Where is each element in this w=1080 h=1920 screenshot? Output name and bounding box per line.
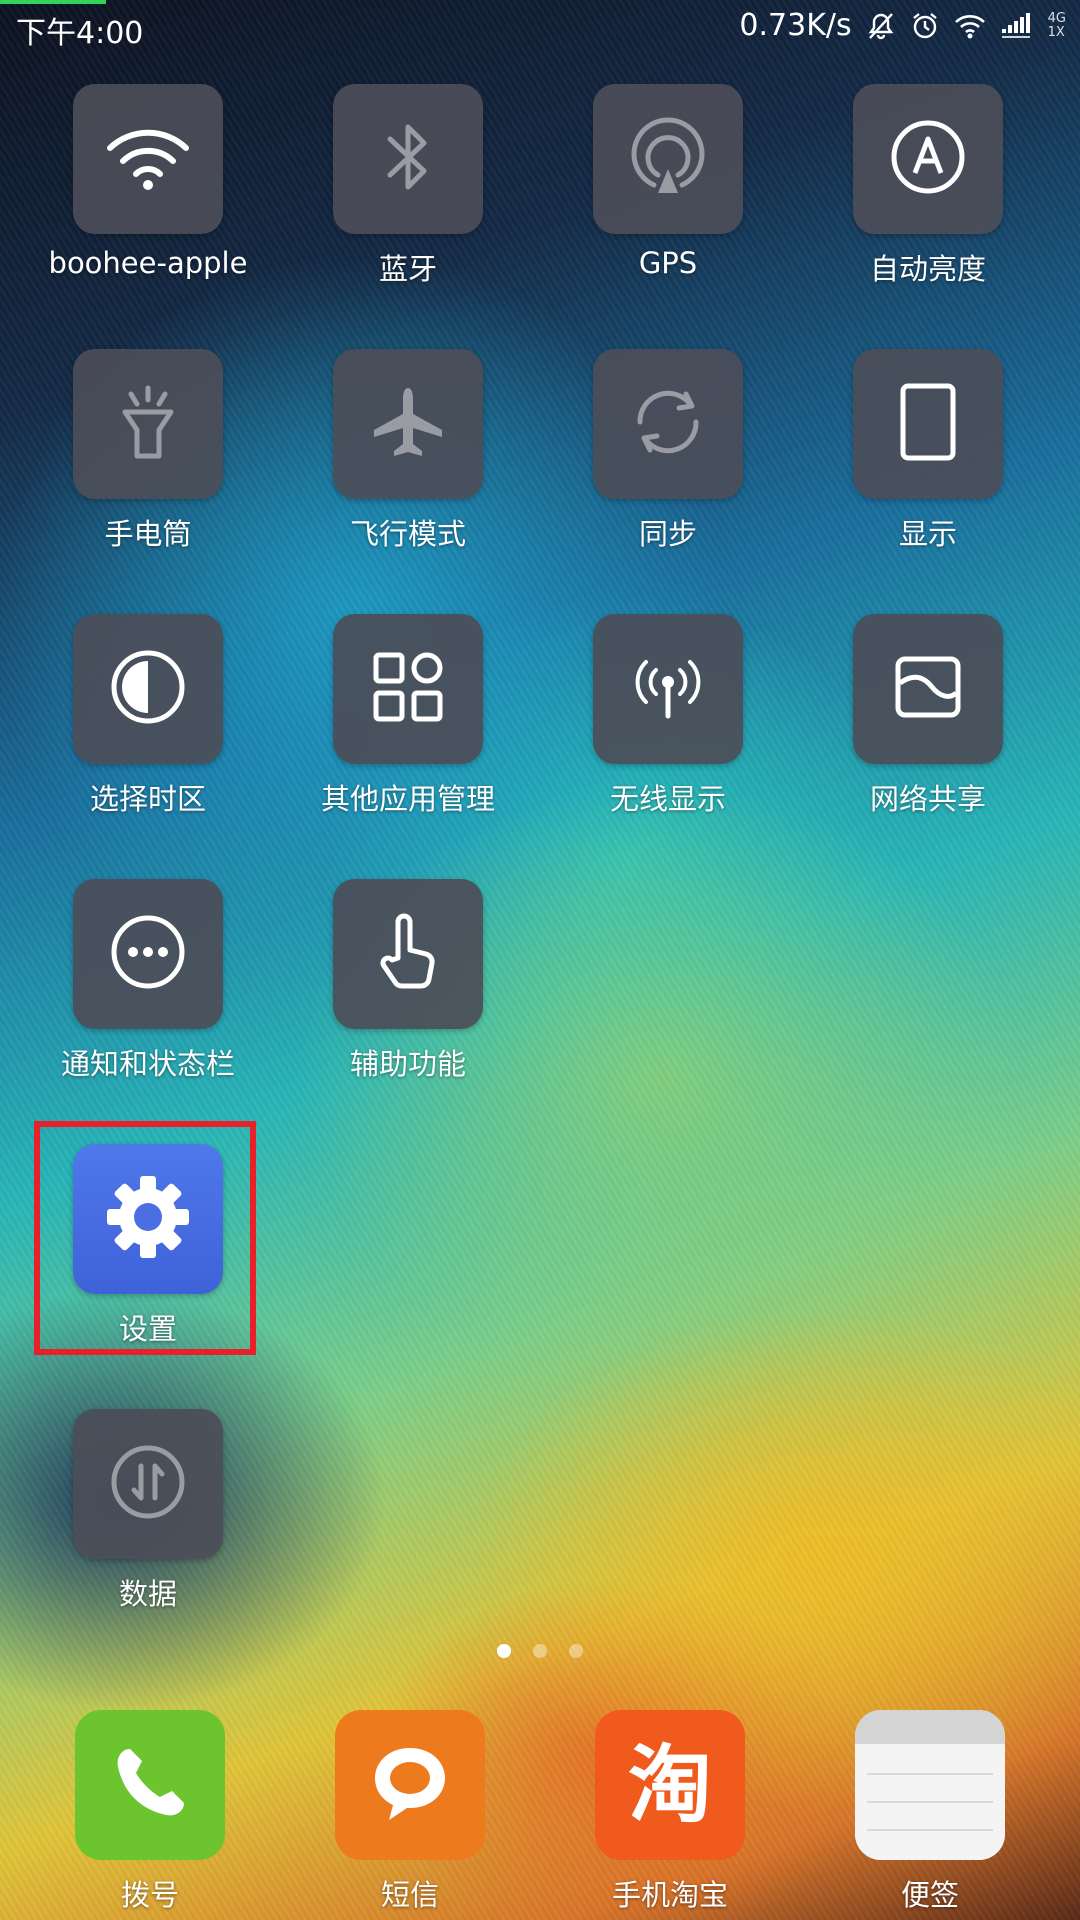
toggle-label: 自动亮度 — [869, 252, 986, 286]
toggle-label: 选择时区 — [89, 782, 206, 816]
status-bar: 下午4:00 0.73K/s 4G 1X — [0, 0, 1080, 56]
toggle-display[interactable]: 显示 — [798, 349, 1058, 553]
toggle-label: 显示 — [898, 517, 957, 551]
notes-icon — [855, 1710, 1005, 1860]
display-icon — [893, 380, 963, 468]
toggle-auto-brightness-box[interactable] — [853, 84, 1003, 234]
toggle-label: 蓝牙 — [378, 252, 437, 286]
dock-app-phone-icon[interactable] — [75, 1710, 225, 1860]
dock-label: 拨号 — [120, 1878, 179, 1912]
dock-app-taobao[interactable]: 淘 手机淘宝 — [540, 1710, 800, 1914]
dock-label: 短信 — [380, 1878, 439, 1912]
toggle-timezone-box[interactable] — [73, 614, 223, 764]
toggle-accessibility[interactable]: 辅助功能 — [278, 879, 538, 1083]
airplane-icon — [368, 382, 448, 466]
net-speed: 0.73K/s — [739, 8, 852, 43]
apps-grid-icon — [368, 647, 448, 731]
toggle-tethering-box[interactable] — [853, 614, 1003, 764]
dock-app-notes-icon[interactable] — [855, 1710, 1005, 1860]
toggle-label: 网络共享 — [869, 782, 986, 816]
toggle-notification-bar-box[interactable] — [73, 879, 223, 1029]
dock-app-taobao-icon[interactable]: 淘 — [595, 1710, 745, 1860]
toggle-data-box[interactable] — [73, 1409, 223, 1559]
toggle-flashlight[interactable]: 手电筒 — [18, 349, 278, 553]
toggle-label: 数据 — [118, 1577, 177, 1611]
alarm-icon — [910, 11, 940, 41]
gps-icon — [628, 117, 708, 201]
toggle-tethering[interactable]: 网络共享 — [798, 614, 1058, 818]
toggle-airplane[interactable]: 飞行模式 — [278, 349, 538, 553]
auto-brightness-icon — [888, 117, 968, 201]
toggle-label: 辅助功能 — [349, 1047, 466, 1081]
status-progress-line — [0, 0, 106, 4]
toggle-label: 其他应用管理 — [320, 782, 495, 816]
toggle-app-management[interactable]: 其他应用管理 — [278, 614, 538, 818]
toggle-bluetooth-box[interactable] — [333, 84, 483, 234]
page-dot-active[interactable] — [497, 1644, 511, 1658]
page-indicator — [0, 1644, 1080, 1658]
toggle-auto-brightness[interactable]: 自动亮度 — [798, 84, 1058, 288]
page-dot[interactable] — [569, 1644, 583, 1658]
toggle-wireless-display[interactable]: 无线显示 — [538, 614, 798, 818]
toggle-label: 无线显示 — [609, 782, 726, 816]
status-indicators: 0.73K/s 4G 1X — [739, 8, 1066, 43]
toggle-label: 同步 — [638, 517, 697, 551]
toggle-display-box[interactable] — [853, 349, 1003, 499]
toggle-data[interactable]: 数据 — [18, 1409, 278, 1613]
wifi-icon — [105, 122, 191, 196]
toggle-timezone[interactable]: 选择时区 — [18, 614, 278, 818]
flashlight-icon — [113, 382, 183, 466]
dock-label: 手机淘宝 — [611, 1878, 728, 1912]
toggle-accessibility-box[interactable] — [333, 879, 483, 1029]
tethering-icon — [888, 647, 968, 731]
dock-app-messages-icon[interactable] — [335, 1710, 485, 1860]
toggle-flashlight-box[interactable] — [73, 349, 223, 499]
signal-icon — [1000, 11, 1034, 41]
sync-icon — [628, 382, 708, 466]
bluetooth-icon — [378, 117, 438, 201]
home-screen: 下午4:00 0.73K/s 4G 1X boohee-apple 蓝牙 GPS… — [0, 0, 1080, 1920]
wifi-icon — [954, 11, 986, 41]
wireless-display-icon — [628, 652, 708, 726]
toggle-label: boohee-apple — [48, 246, 248, 280]
toggle-gps[interactable]: GPS — [538, 84, 798, 280]
message-icon — [365, 1738, 455, 1832]
toggle-notification-bar[interactable]: 通知和状态栏 — [18, 879, 278, 1083]
toggle-label: 飞行模式 — [349, 517, 466, 551]
network-type-bottom: 1X — [1047, 24, 1065, 40]
toggle-wireless-display-box[interactable] — [593, 614, 743, 764]
toggle-airplane-box[interactable] — [333, 349, 483, 499]
status-time: 下午4:00 — [16, 16, 144, 51]
toggle-sync[interactable]: 同步 — [538, 349, 798, 553]
toggle-sync-box[interactable] — [593, 349, 743, 499]
toggle-label: 手电筒 — [104, 517, 192, 551]
phone-icon — [108, 1741, 192, 1829]
network-type: 4G 1X — [1047, 10, 1066, 40]
mute-icon — [866, 11, 896, 41]
toggle-app-management-box[interactable] — [333, 614, 483, 764]
toggle-wifi[interactable]: boohee-apple — [18, 84, 278, 280]
toggle-label: GPS — [638, 246, 698, 280]
toggle-label: 通知和状态栏 — [60, 1047, 235, 1081]
more-icon — [108, 912, 188, 996]
timezone-icon — [108, 647, 188, 731]
toggle-wifi-box[interactable] — [73, 84, 223, 234]
taobao-icon: 淘 — [627, 1736, 712, 1834]
settings-highlight-frame — [34, 1121, 256, 1355]
hand-pointer-icon — [368, 910, 448, 998]
dock-app-messages[interactable]: 短信 — [280, 1710, 540, 1914]
network-type-top: 4G — [1047, 10, 1066, 26]
page-dot[interactable] — [533, 1644, 547, 1658]
toggle-gps-box[interactable] — [593, 84, 743, 234]
toggle-bluetooth[interactable]: 蓝牙 — [278, 84, 538, 288]
dock-app-phone[interactable]: 拨号 — [20, 1710, 280, 1914]
dock-label: 便签 — [900, 1878, 959, 1912]
dock-app-notes[interactable]: 便签 — [800, 1710, 1060, 1914]
data-icon — [108, 1442, 188, 1526]
